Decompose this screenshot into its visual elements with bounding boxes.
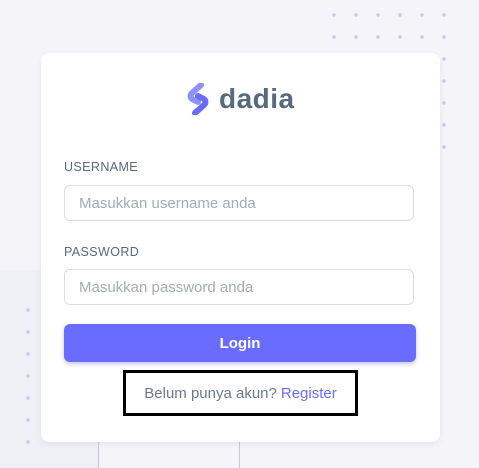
brand-name: dadia [219,83,295,114]
decor-dot [332,13,336,17]
decor-dot [442,13,446,17]
decor-dot [26,418,30,422]
decor-dot [420,13,424,17]
decor-dot [26,308,30,312]
decor-dot [376,35,380,39]
register-prompt-text: Belum punya akun? [144,384,277,402]
username-label: USERNAME [64,160,139,174]
decor-dot [26,352,30,356]
password-label: PASSWORD [64,245,140,259]
decor-dot [442,79,446,83]
decor-dot [398,13,402,17]
decor-dot [442,145,446,149]
decor-dot [26,330,30,334]
decor-dot [442,35,446,39]
brand-logo: dadia [187,81,295,117]
decor-dot [26,440,30,444]
brand-s-logo-icon [187,83,209,115]
register-link[interactable]: Register [281,385,337,402]
decor-dot [420,35,424,39]
decor-dot [26,374,30,378]
decor-dot [442,123,446,127]
register-prompt: Belum punya akun? Register [123,370,358,416]
decor-dot [398,35,402,39]
login-card: dadia USERNAME PASSWORD Login Belum puny… [41,53,440,442]
decor-dot [26,396,30,400]
password-input[interactable] [64,269,414,305]
decor-dot [376,13,380,17]
username-input[interactable] [64,185,414,221]
login-button[interactable]: Login [64,324,416,362]
decor-dot [332,35,336,39]
decor-dot [354,35,358,39]
decor-dot [442,57,446,61]
decor-dot [442,101,446,105]
decor-dot [354,13,358,17]
